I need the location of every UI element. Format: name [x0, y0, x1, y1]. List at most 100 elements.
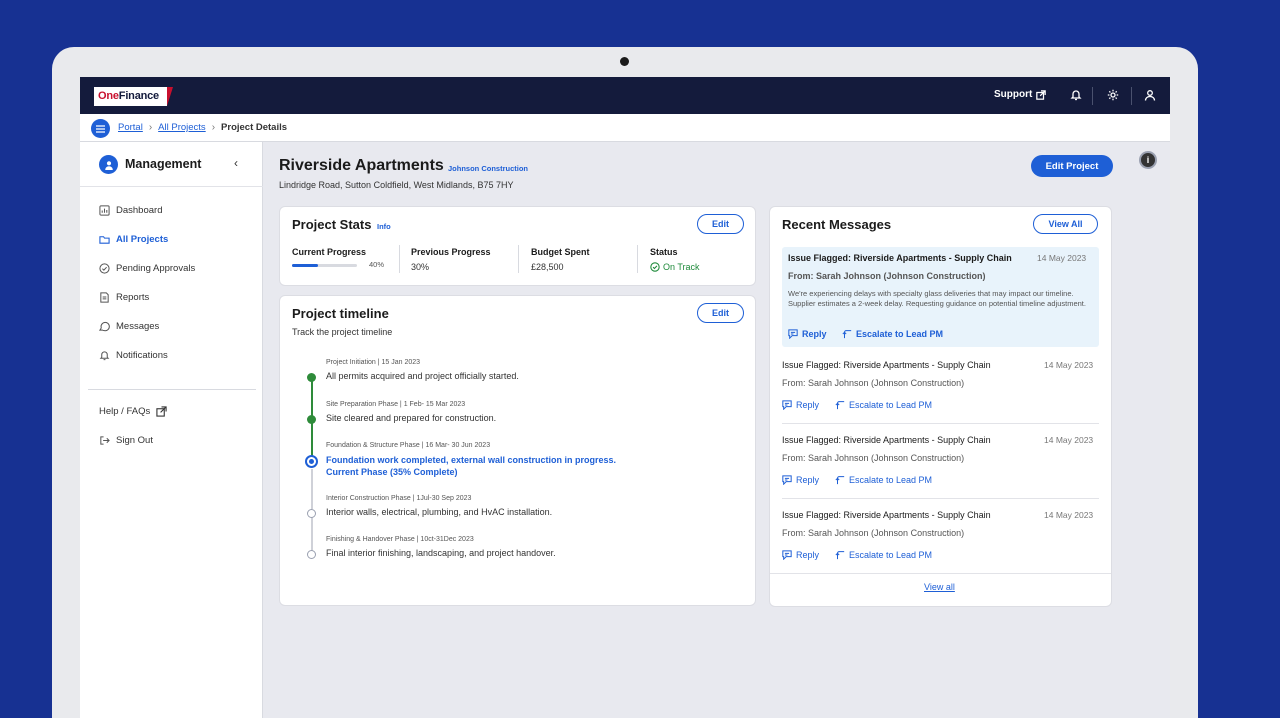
- escalate-arrow-icon: [842, 330, 852, 339]
- support-link[interactable]: Support: [994, 89, 1047, 100]
- breadcrumb: Portal › All Projects › Project Details: [118, 122, 287, 133]
- sidebar-item-help-faqs[interactable]: Help / FAQs: [99, 406, 167, 417]
- timeline-current-progress: Current Phase (35% Complete): [326, 467, 458, 477]
- edit-project-button[interactable]: Edit Project: [1031, 155, 1113, 177]
- timeline-current-dot: [305, 455, 318, 468]
- breadcrumb-all-projects[interactable]: All Projects: [158, 122, 206, 133]
- chevron-right-icon: ›: [148, 122, 153, 133]
- timeline-edit-button[interactable]: Edit: [697, 303, 744, 323]
- top-bar: OneFinance Support: [80, 77, 1170, 114]
- sign-out-icon: [100, 436, 110, 445]
- reply-chat-icon: [782, 550, 792, 560]
- external-link-icon: [1036, 89, 1047, 100]
- sidebar-item-all-projects[interactable]: All Projects: [99, 234, 168, 245]
- timeline-connector: [311, 378, 313, 418]
- timeline-phase-desc: Interior walls, electrical, plumbing, an…: [326, 507, 553, 517]
- topbar-separator: [1092, 87, 1093, 105]
- message-item-highlighted[interactable]: Issue Flagged: Riverside Apartments - Su…: [782, 247, 1099, 347]
- timeline-phase-desc: Final interior finishing, landscaping, a…: [326, 548, 556, 558]
- stats-title: Project Stats: [292, 217, 372, 232]
- collapse-chevron-icon[interactable]: ‹: [234, 156, 238, 170]
- message-divider: [770, 573, 1111, 574]
- escalate-button[interactable]: Escalate to Lead PM: [835, 475, 932, 485]
- sidebar-item-pending-approvals[interactable]: Pending Approvals: [99, 263, 195, 274]
- sidebar: Management ‹ Dashboard All Projects Pend…: [80, 142, 263, 718]
- message-item[interactable]: Issue Flagged: Riverside Apartments - Su…: [770, 357, 1111, 427]
- management-user-icon: [99, 155, 118, 174]
- check-circle-icon: [99, 263, 110, 274]
- breadcrumb-current: Project Details: [221, 122, 288, 133]
- dashboard-icon: [99, 205, 110, 216]
- breadcrumb-bar: Portal › All Projects › Project Details: [80, 114, 1170, 142]
- current-progress-fill: [292, 264, 318, 267]
- sidebar-divider: [88, 389, 256, 390]
- messages-title: Recent Messages: [782, 217, 892, 232]
- timeline-connector: [311, 420, 313, 457]
- stats-edit-button[interactable]: Edit: [697, 214, 744, 234]
- timeline-phase-label: Site Preparation Phase | 1 Feb- 15 Mar 2…: [326, 401, 466, 408]
- escalate-arrow-icon: [835, 551, 845, 560]
- timeline-phase-label: Foundation & Structure Phase | 16 Mar- 3…: [326, 442, 491, 449]
- reply-button[interactable]: Reply: [782, 550, 819, 560]
- timeline-pending-dot: [307, 509, 316, 518]
- sidebar-title: Management: [125, 157, 202, 171]
- notifications-bell-icon[interactable]: [1068, 87, 1084, 103]
- timeline-connector: [311, 515, 313, 551]
- sidebar-header: Management ‹: [80, 142, 263, 187]
- timeline-title: Project timeline: [292, 306, 389, 321]
- escalate-button[interactable]: Escalate to Lead PM: [842, 329, 943, 339]
- stat-divider: [637, 245, 638, 273]
- current-progress-stat: Current Progress: [292, 247, 367, 257]
- project-timeline-card: Project timeline Track the project timel…: [279, 295, 756, 606]
- folder-icon: [99, 236, 110, 244]
- sidebar-item-notifications[interactable]: Notifications: [99, 350, 168, 361]
- timeline-phase-desc: All permits acquired and project officia…: [326, 371, 519, 381]
- messages-icon: [99, 321, 110, 332]
- view-all-messages-button[interactable]: View All: [1033, 214, 1098, 234]
- report-icon: [100, 292, 109, 303]
- view-all-link[interactable]: View all: [924, 582, 955, 592]
- chevron-right-icon: ›: [211, 122, 216, 133]
- sidebar-item-messages[interactable]: Messages: [99, 321, 159, 332]
- current-progress-value: 40%: [369, 260, 385, 269]
- contractor-link[interactable]: Johnson Construction: [448, 164, 528, 173]
- escalate-arrow-icon: [835, 401, 845, 410]
- stats-info-link[interactable]: Info: [377, 222, 391, 231]
- stat-divider: [518, 245, 519, 273]
- reply-button[interactable]: Reply: [788, 329, 827, 339]
- status-badge: On Track: [650, 262, 700, 272]
- app-screen: OneFinance Support Portal › All Projects…: [80, 77, 1170, 718]
- message-item[interactable]: Issue Flagged: Riverside Apartments - Su…: [770, 507, 1111, 577]
- timeline-connector: [311, 469, 313, 509]
- message-divider: [782, 498, 1099, 499]
- hamburger-menu-icon[interactable]: [91, 119, 110, 138]
- escalate-button[interactable]: Escalate to Lead PM: [835, 400, 932, 410]
- current-progress-bar: [292, 264, 357, 267]
- timeline-completed-dot: [307, 415, 316, 424]
- timeline-pending-dot: [307, 550, 316, 559]
- message-item[interactable]: Issue Flagged: Riverside Apartments - Su…: [770, 432, 1111, 502]
- topbar-separator: [1131, 87, 1132, 105]
- timeline-phase-desc: Site cleared and prepared for constructi…: [326, 413, 497, 423]
- escalate-arrow-icon: [835, 476, 845, 485]
- timeline-completed-dot: [307, 373, 316, 382]
- breadcrumb-portal[interactable]: Portal: [118, 122, 143, 133]
- timeline-phase-label: Finishing & Handover Phase | 10ct-31Dec …: [326, 536, 474, 543]
- reply-chat-icon: [782, 475, 792, 485]
- sidebar-item-sign-out[interactable]: Sign Out: [99, 435, 153, 446]
- sidebar-item-reports[interactable]: Reports: [99, 292, 149, 303]
- timeline-subtitle: Track the project timeline: [292, 327, 393, 337]
- user-profile-icon[interactable]: [1142, 87, 1158, 103]
- reply-button[interactable]: Reply: [782, 475, 819, 485]
- stat-divider: [399, 245, 400, 273]
- brand-logo[interactable]: OneFinance: [94, 87, 173, 106]
- reply-chat-icon: [782, 400, 792, 410]
- project-address: Lindridge Road, Sutton Coldfield, West M…: [279, 180, 514, 190]
- bell-icon: [99, 351, 110, 361]
- escalate-button[interactable]: Escalate to Lead PM: [835, 550, 932, 560]
- sidebar-item-dashboard[interactable]: Dashboard: [99, 205, 162, 216]
- settings-gear-icon[interactable]: [1105, 87, 1121, 103]
- reply-button[interactable]: Reply: [782, 400, 819, 410]
- timeline-phase-label: Interior Construction Phase | 1Jul-30 Se…: [326, 495, 472, 502]
- info-icon[interactable]: i: [1139, 151, 1157, 169]
